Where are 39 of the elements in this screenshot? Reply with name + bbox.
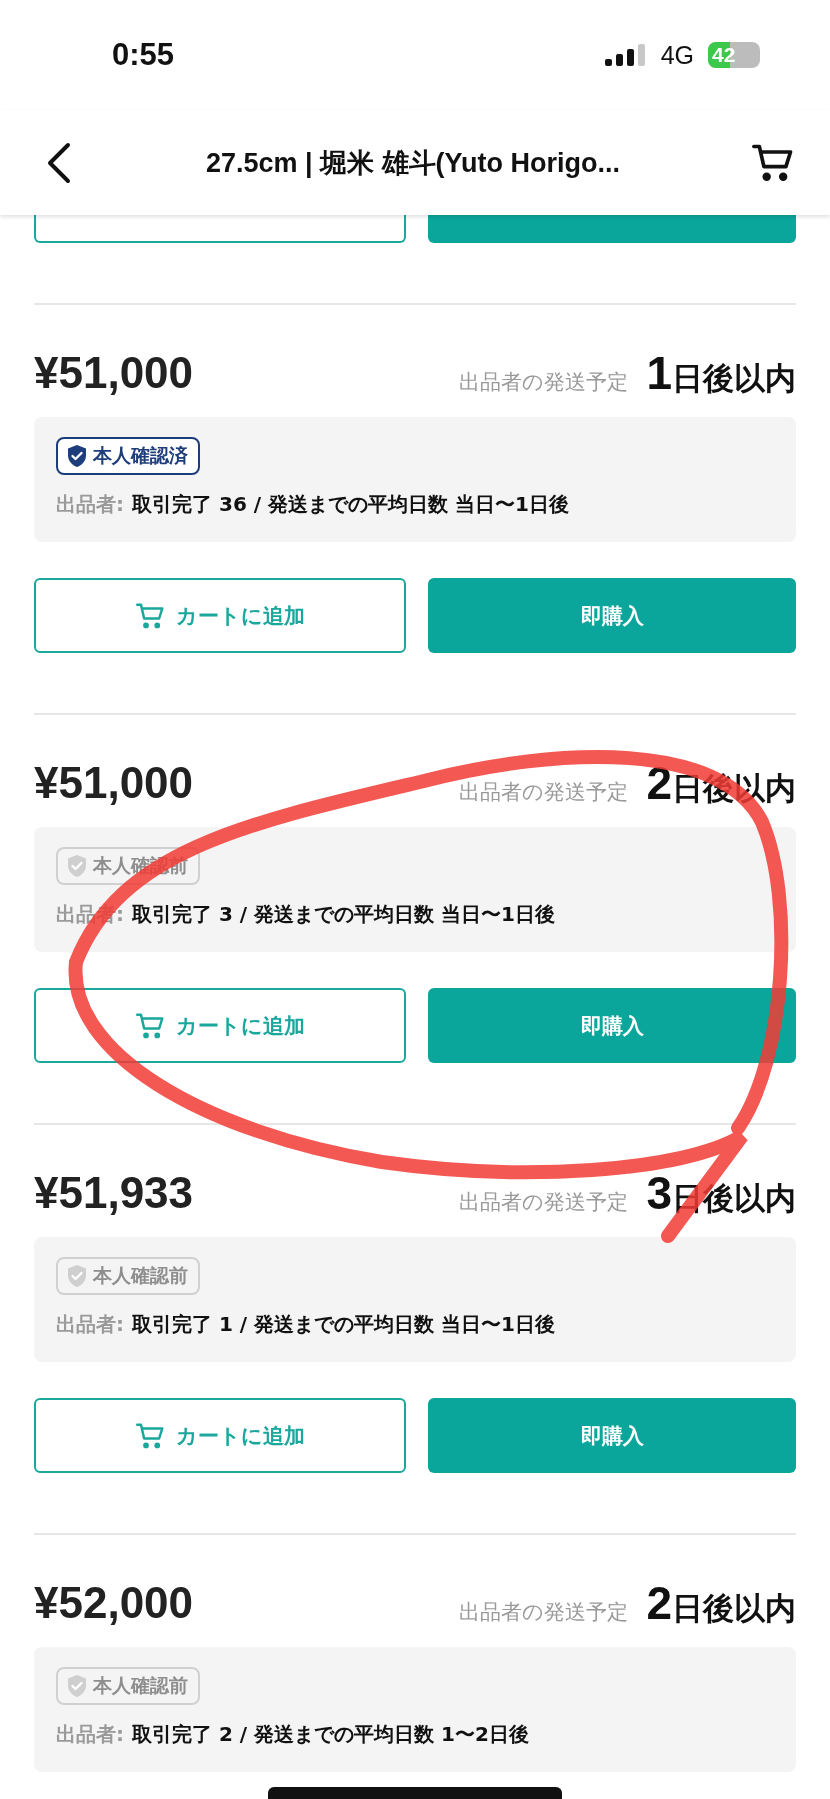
shipping-label: 出品者の発送予定: [459, 369, 629, 396]
seller-stats: 取引完了 3 / 発送までの平均日数 当日〜1日後: [132, 901, 555, 928]
days-unit: 日後以内: [672, 1589, 796, 1628]
shield-check-icon: [66, 854, 88, 878]
shield-check-icon: [66, 444, 88, 468]
verification-badge: 本人確認前: [56, 1667, 200, 1705]
buy-now-button[interactable]: 即購入: [428, 988, 796, 1063]
page-title: 27.5cm | 堀米 雄斗(Yuto Horigo...: [204, 146, 622, 180]
shipping-label: 出品者の発送予定: [459, 1189, 629, 1216]
shield-check-icon: [66, 1674, 88, 1698]
add-to-cart-button[interactable]: カートに追加: [34, 988, 406, 1063]
price: ¥52,000: [34, 1578, 194, 1628]
price: ¥51,000: [34, 348, 194, 398]
days-number: 3: [646, 1166, 672, 1220]
verification-badge: 本人確認済: [56, 437, 200, 475]
days-number: 2: [646, 1576, 672, 1630]
network-label: 4G: [660, 40, 694, 70]
verification-badge: 本人確認前: [56, 1257, 200, 1295]
shipping-label: 出品者の発送予定: [459, 1599, 629, 1626]
days-unit: 日後以内: [672, 359, 796, 398]
price: ¥51,000: [34, 758, 194, 808]
shipping-label: 出品者の発送予定: [459, 779, 629, 806]
days-number: 2: [646, 756, 672, 810]
buy-now-button[interactable]: 即購入: [428, 578, 796, 653]
price: ¥51,933: [34, 1168, 194, 1218]
seller-label: 出品者:: [56, 1311, 124, 1338]
days-number: 1: [646, 346, 672, 400]
signal-icon: [604, 44, 647, 66]
seller-stats: 取引完了 2 / 発送までの平均日数 1〜2日後: [132, 1721, 529, 1748]
seller-stats: 取引完了 1 / 発送までの平均日数 当日〜1日後: [132, 1311, 555, 1338]
seller-label: 出品者:: [56, 491, 124, 518]
buy-now-button[interactable]: 即購入: [428, 1398, 796, 1473]
add-to-cart-button[interactable]: カートに追加: [34, 578, 406, 653]
clock: 0:55: [112, 37, 175, 73]
cart-button[interactable]: [34, 215, 406, 243]
seller-stats: 取引完了 36 / 発送までの平均日数 当日〜1日後: [132, 491, 569, 518]
seller-label: 出品者:: [56, 1721, 124, 1748]
shield-check-icon: [66, 1264, 88, 1288]
add-to-cart-button[interactable]: カートに追加: [34, 1398, 406, 1473]
